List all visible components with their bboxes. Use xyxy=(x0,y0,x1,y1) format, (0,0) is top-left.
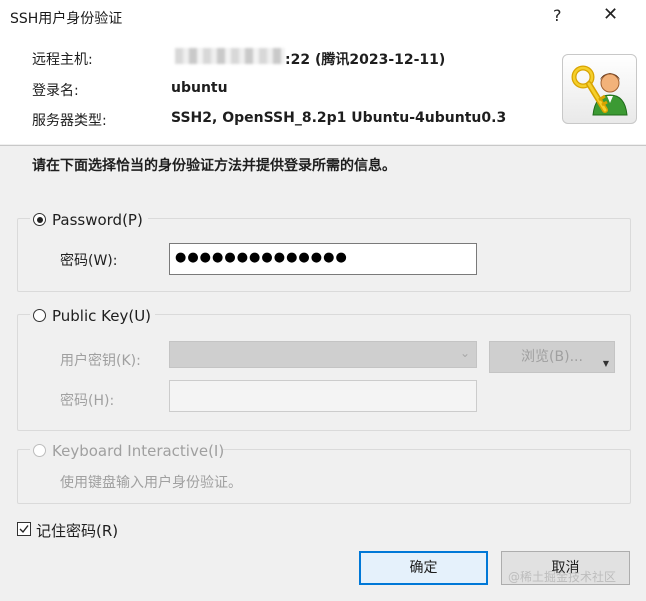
password-radio-label[interactable]: Password(P) xyxy=(52,211,143,229)
dropdown-arrow-icon: ▼ xyxy=(602,359,609,368)
ok-button[interactable]: 确定 xyxy=(359,551,488,585)
chevron-down-icon: ⌄ xyxy=(459,346,470,360)
host-redacted xyxy=(175,48,285,64)
passphrase-input[interactable] xyxy=(169,380,477,412)
header-separator xyxy=(0,145,646,146)
window-title: SSH用户身份验证 xyxy=(10,11,123,27)
keyboard-interactive-description: 使用键盘输入用户身份验证。 xyxy=(60,475,242,491)
remember-password-label[interactable]: 记住密码(R) xyxy=(36,520,118,541)
key-user-icon xyxy=(562,54,637,124)
login-label: 登录名: xyxy=(32,83,79,99)
password-radio[interactable] xyxy=(33,213,46,226)
user-key-dropdown[interactable]: ⌄ xyxy=(169,341,477,368)
instruction-text: 请在下面选择恰当的身份验证方法并提供登录所需的信息。 xyxy=(32,158,396,174)
keyboard-interactive-radio[interactable] xyxy=(33,444,46,457)
password-value: ●●●●●●●●●●●●●● xyxy=(175,250,348,265)
password-field-label: 密码(W): xyxy=(60,253,118,269)
login-value: ubuntu xyxy=(171,80,228,96)
public-key-radio[interactable] xyxy=(33,309,46,322)
host-value: :22 (腾讯2023-12-11) xyxy=(285,52,446,68)
keyboard-interactive-radio-label[interactable]: Keyboard Interactive(I) xyxy=(52,442,224,460)
checkmark-icon xyxy=(19,525,29,534)
server-type-label: 服务器类型: xyxy=(32,113,107,129)
close-button[interactable]: ✕ xyxy=(603,4,618,25)
password-input[interactable]: ●●●●●●●●●●●●●● xyxy=(169,243,477,275)
browse-button[interactable]: 浏览(B)... ▼ xyxy=(489,341,615,373)
help-button[interactable]: ? xyxy=(553,6,562,25)
user-key-label: 用户密钥(K): xyxy=(60,353,141,369)
public-key-radio-label[interactable]: Public Key(U) xyxy=(52,307,151,325)
host-label: 远程主机: xyxy=(32,52,93,68)
watermark: @稀土掘金技术社区 xyxy=(508,570,617,584)
remember-password-checkbox[interactable] xyxy=(17,522,31,536)
passphrase-label: 密码(H): xyxy=(60,393,115,409)
server-type-value: SSH2, OpenSSH_8.2p1 Ubuntu-4ubuntu0.3 xyxy=(171,110,507,126)
